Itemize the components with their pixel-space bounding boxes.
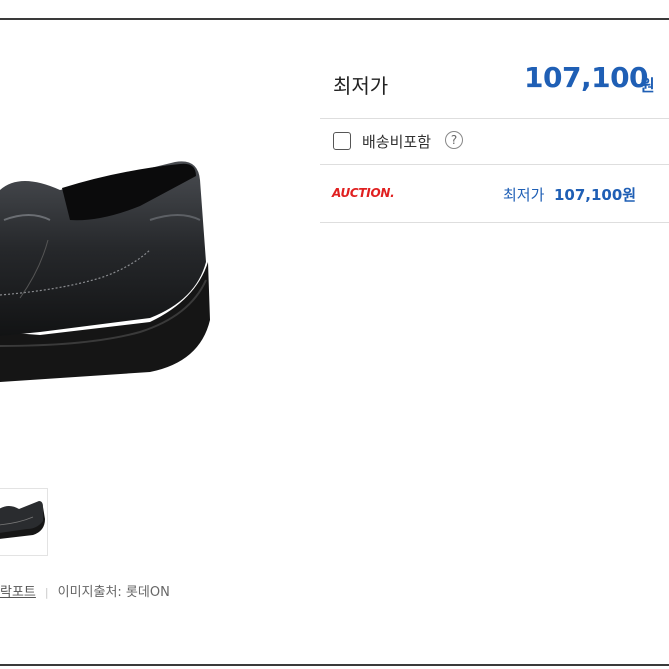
lowest-price-unit: 원	[640, 76, 655, 95]
brand-link[interactable]: 락포트	[0, 585, 36, 600]
shipping-include-checkbox[interactable]	[333, 132, 351, 150]
shipping-include-label[interactable]: 배송비포함	[362, 131, 431, 152]
seller-price[interactable]: 최저가 107,100원	[503, 184, 636, 205]
lowest-price-label: 최저가	[333, 74, 389, 98]
auction-logo: AUCTION.	[332, 186, 395, 200]
divider-bottom	[320, 222, 669, 223]
seller-price-label: 최저가	[503, 186, 545, 204]
top-border	[0, 18, 669, 20]
help-icon[interactable]: ?	[445, 131, 463, 149]
product-main-image[interactable]	[0, 150, 215, 385]
image-source-text: 이미지출처: 롯데ON	[57, 585, 170, 600]
seller-price-value: 107,100원	[553, 186, 637, 204]
lowest-price-value: 107,100	[524, 61, 649, 94]
thumbnail-shoe-image	[0, 501, 45, 539]
meta-divider: |	[44, 586, 49, 599]
product-thumbnail[interactable]	[0, 488, 48, 556]
seller-row[interactable]: AUCTION. 최저가 107,100원	[320, 170, 669, 222]
product-meta: 락포트 | 이미지출처: 롯데ON	[0, 581, 170, 600]
shipping-filter-row: 배송비포함 ?	[320, 118, 669, 164]
bottom-border	[0, 664, 669, 666]
divider-middle	[320, 164, 669, 165]
